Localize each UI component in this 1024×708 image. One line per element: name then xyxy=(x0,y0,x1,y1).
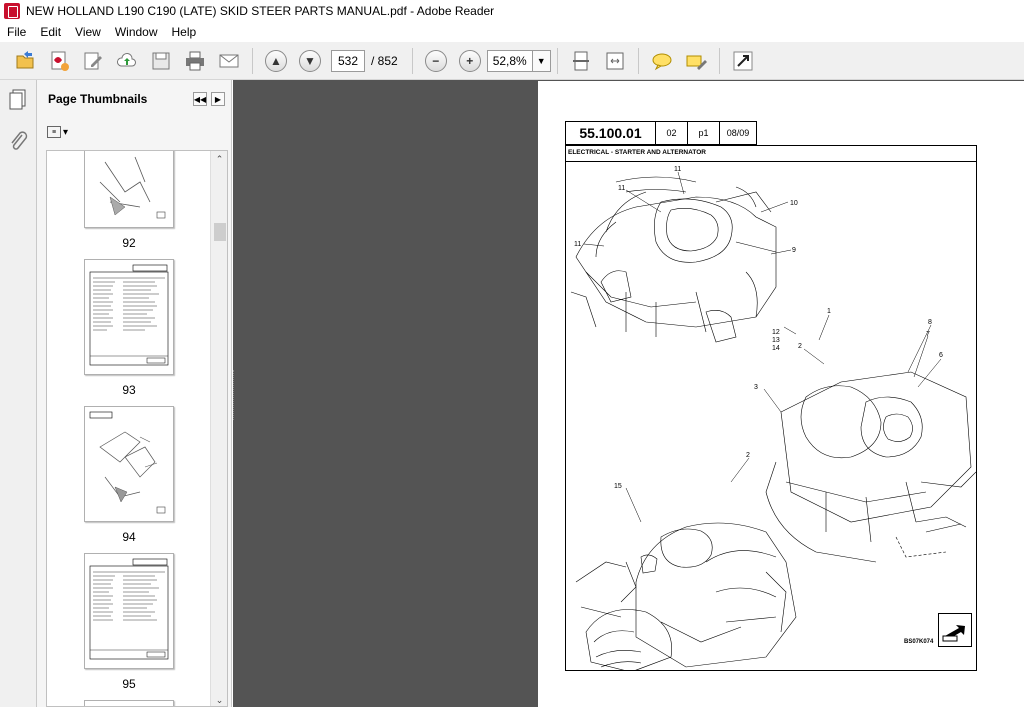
menu-edit[interactable]: Edit xyxy=(33,25,68,39)
scrollbar-thumb[interactable] xyxy=(214,223,226,241)
create-pdf-icon[interactable] xyxy=(47,49,71,73)
callout-label: 8 xyxy=(928,319,932,326)
fit-page-icon[interactable] xyxy=(569,49,593,73)
panel-title: Page Thumbnails xyxy=(48,92,148,106)
zoom-in-button[interactable]: + xyxy=(458,49,481,72)
menu-help[interactable]: Help xyxy=(165,25,204,39)
options-icon: ≡ xyxy=(47,126,61,138)
email-icon[interactable] xyxy=(217,49,241,73)
drawing-frame: ELECTRICAL - STARTER AND ALTERNATOR 11 1… xyxy=(565,145,977,671)
callout-label: 13 xyxy=(772,337,780,344)
thumbnail-page[interactable] xyxy=(84,700,174,706)
arrow-up-icon: ▲ xyxy=(270,53,282,68)
cloud-upload-icon[interactable] xyxy=(115,49,139,73)
toolbar-separator xyxy=(718,47,720,74)
next-page-arrow-icon xyxy=(938,613,972,647)
scroll-down-icon[interactable]: ⌄ xyxy=(211,692,227,706)
callout-label: 11 xyxy=(574,241,581,248)
callout-label: 12 xyxy=(772,329,780,336)
previous-page-button[interactable]: ▲ xyxy=(265,49,287,72)
save-icon[interactable] xyxy=(149,49,173,73)
thumbnails-panel: Page Thumbnails ◀◀ ▶ ≡ ▾ 92 93 94 95 ⌃ ⌄ xyxy=(37,80,232,707)
edit-icon[interactable] xyxy=(81,49,105,73)
menu-view[interactable]: View xyxy=(68,25,108,39)
document-viewport[interactable]: 55.100.01 02 p1 08/09 ELECTRICAL - START… xyxy=(233,80,1024,708)
navigation-strip xyxy=(0,80,37,707)
comment-icon[interactable] xyxy=(650,49,674,73)
window-title: NEW HOLLAND L190 C190 (LATE) SKID STEER … xyxy=(26,4,495,18)
adobe-reader-icon xyxy=(4,3,20,19)
issue-date: 08/09 xyxy=(726,128,750,138)
page-header: 55.100.01 02 p1 08/09 xyxy=(565,121,757,145)
page-number-input[interactable]: 532 xyxy=(331,49,365,72)
attachments-icon[interactable] xyxy=(8,130,28,152)
collapse-panel-button[interactable]: ◀◀ xyxy=(193,92,207,106)
toolbar-separator xyxy=(556,47,558,74)
callout-label: 3 xyxy=(754,384,758,391)
toolbar: ▲ ▼ 532 / 852 − + 52,8% ▼ xyxy=(0,42,1024,80)
panel-splitter[interactable] xyxy=(233,370,237,420)
zoom-level-input[interactable]: 52,8% xyxy=(486,49,533,72)
thumbnails-header: Page Thumbnails ◀◀ ▶ xyxy=(37,80,232,118)
page-thumbnails-icon[interactable] xyxy=(8,88,28,110)
thumbnail-list[interactable]: 92 93 94 95 ⌃ ⌄ xyxy=(46,150,228,707)
thumbnail-page-number: 93 xyxy=(122,383,136,397)
callout-label: 11 xyxy=(618,185,625,192)
plus-icon: + xyxy=(466,53,474,68)
thumbnail-options-button[interactable]: ≡ ▾ xyxy=(47,124,75,140)
double-chevron-left-icon: ◀◀ xyxy=(193,94,207,104)
callout-label: 2 xyxy=(798,343,802,350)
revision: 02 xyxy=(656,122,688,144)
section-code: 55.100.01 xyxy=(566,122,656,144)
thumbnail-scrollbar[interactable]: ⌃ ⌄ xyxy=(210,151,227,706)
print-icon[interactable] xyxy=(183,49,207,73)
thumbnail-page[interactable] xyxy=(84,406,174,522)
thumbnail-page-number: 94 xyxy=(122,530,136,544)
arrow-down-icon: ▼ xyxy=(304,53,316,68)
thumbnail-page[interactable] xyxy=(84,151,174,228)
parts-diagram: 11 11 10 11 9 1 2 8 7 6 12 13 14 3 2 15 xyxy=(570,166,976,671)
title-bar: NEW HOLLAND L190 C190 (LATE) SKID STEER … xyxy=(0,0,1024,22)
chevron-right-icon: ▶ xyxy=(214,94,222,104)
callout-label: 11 xyxy=(674,166,681,173)
chevron-down-icon: ▼ xyxy=(536,55,546,66)
callout-label: 6 xyxy=(939,352,943,359)
thumbnail-page-number: 95 xyxy=(122,677,136,691)
scroll-up-icon[interactable]: ⌃ xyxy=(211,151,227,167)
callout-label: 10 xyxy=(790,200,798,207)
callout-label: 9 xyxy=(792,247,796,254)
page-total: / 852 xyxy=(371,53,398,68)
toolbar-separator xyxy=(637,47,639,74)
zoom-out-button[interactable]: − xyxy=(424,49,447,72)
callout-label: 14 xyxy=(772,345,780,352)
chevron-down-icon: ▾ xyxy=(63,126,69,138)
menu-file[interactable]: File xyxy=(0,25,33,39)
callout-label: 15 xyxy=(614,483,622,490)
callout-label: 7 xyxy=(926,331,930,338)
drawing-code: BS07K074 xyxy=(904,639,934,645)
highlight-icon[interactable] xyxy=(684,49,708,73)
fit-width-icon[interactable] xyxy=(603,49,627,73)
toolbar-separator xyxy=(411,47,413,74)
pdf-page: 55.100.01 02 p1 08/09 ELECTRICAL - START… xyxy=(538,81,1024,708)
toolbar-separator xyxy=(252,47,253,74)
expand-icon[interactable] xyxy=(731,49,755,73)
section-title: ELECTRICAL - STARTER AND ALTERNATOR xyxy=(568,149,706,156)
thumbnail-page-number: 92 xyxy=(122,236,136,250)
next-page-button[interactable]: ▼ xyxy=(299,49,321,72)
menu-bar: File Edit View Window Help xyxy=(0,22,1024,42)
callout-label: 1 xyxy=(827,308,831,315)
thumbnail-page[interactable] xyxy=(84,553,174,669)
page-ref: p1 xyxy=(688,122,720,144)
expand-panel-button[interactable]: ▶ xyxy=(211,92,225,106)
callout-label: 2 xyxy=(746,452,750,459)
zoom-dropdown-button[interactable]: ▼ xyxy=(532,49,551,72)
minus-icon: − xyxy=(432,53,440,68)
thumbnail-page[interactable] xyxy=(84,259,174,375)
menu-window[interactable]: Window xyxy=(108,25,165,39)
open-icon[interactable] xyxy=(13,49,37,73)
